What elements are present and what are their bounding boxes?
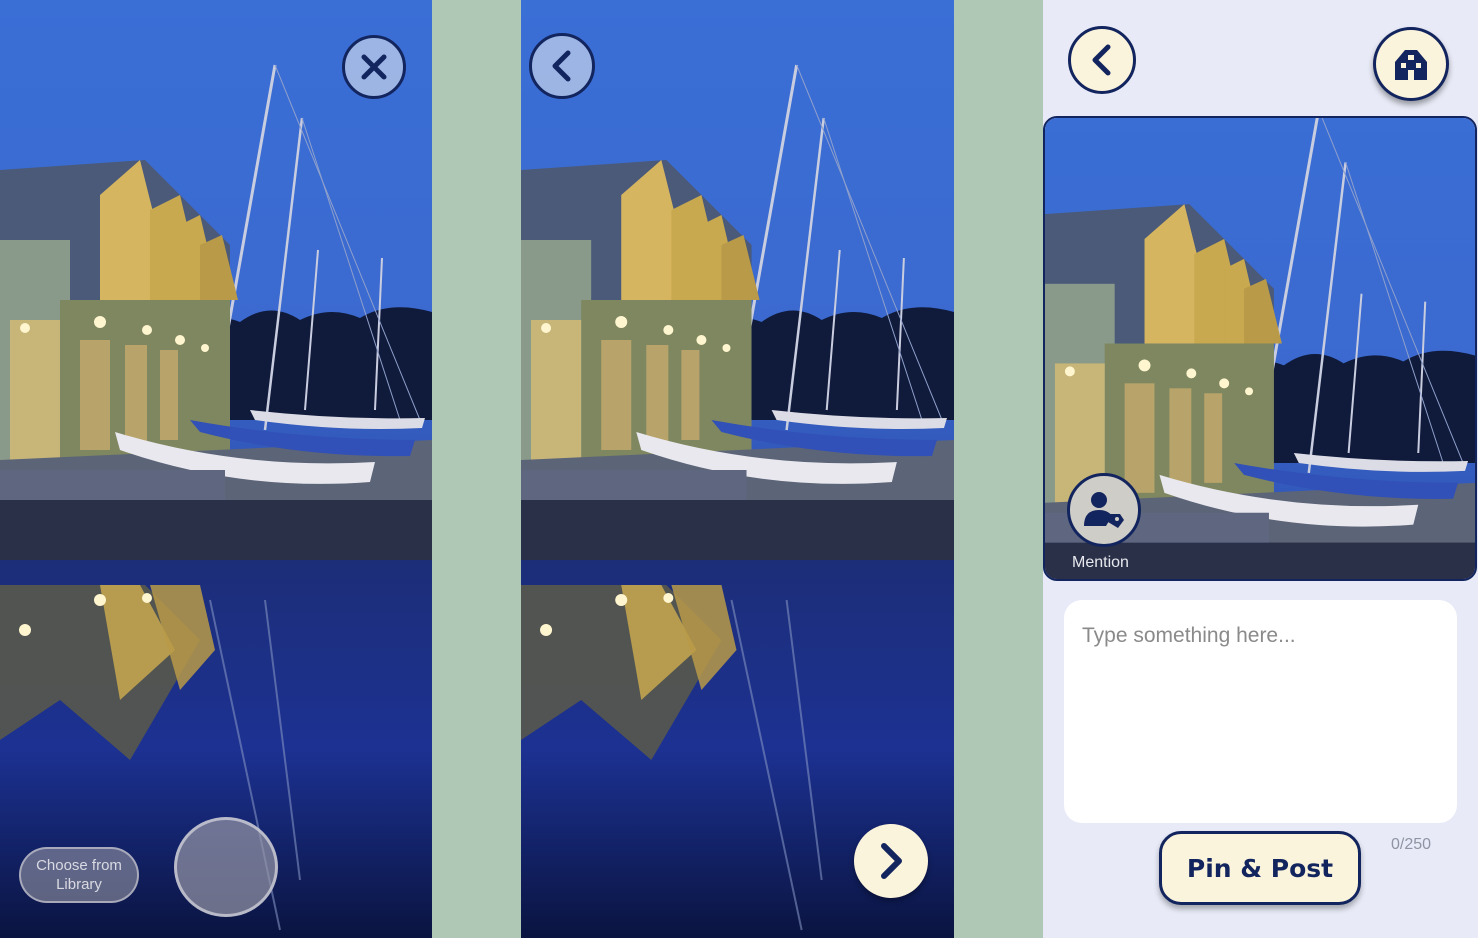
close-icon	[361, 54, 387, 80]
pin-and-post-label: Pin & Post	[1186, 853, 1334, 883]
back-button[interactable]	[1068, 26, 1136, 94]
close-button[interactable]	[342, 35, 406, 99]
chevron-right-icon	[881, 843, 902, 879]
camera-screen: Choose from Library	[0, 0, 432, 938]
mention-button[interactable]	[1067, 473, 1141, 547]
post-photo: Mention	[1043, 116, 1477, 581]
library-button-label: Choose from Library	[36, 857, 122, 893]
caption-input[interactable]	[1064, 600, 1457, 823]
shutter-button[interactable]	[174, 817, 278, 917]
mention-label: Mention	[1072, 554, 1129, 571]
home-button[interactable]	[1373, 27, 1449, 101]
post-screen: Mention Pin & Post 0/250	[1043, 0, 1478, 938]
next-button[interactable]	[854, 824, 928, 898]
person-tag-icon	[1084, 492, 1124, 528]
preview-screen	[521, 0, 954, 938]
captured-photo	[521, 0, 954, 938]
camera-viewfinder-photo	[0, 0, 432, 938]
choose-from-library-button[interactable]: Choose from Library	[19, 847, 139, 903]
pin-and-post-button[interactable]: Pin & Post	[1159, 831, 1361, 905]
character-count: 0/250	[1391, 836, 1432, 853]
chevron-left-icon	[1092, 44, 1111, 76]
chevron-left-icon	[552, 50, 571, 82]
house-icon	[1395, 50, 1427, 80]
back-button[interactable]	[529, 33, 595, 99]
caption-box	[1064, 600, 1457, 823]
